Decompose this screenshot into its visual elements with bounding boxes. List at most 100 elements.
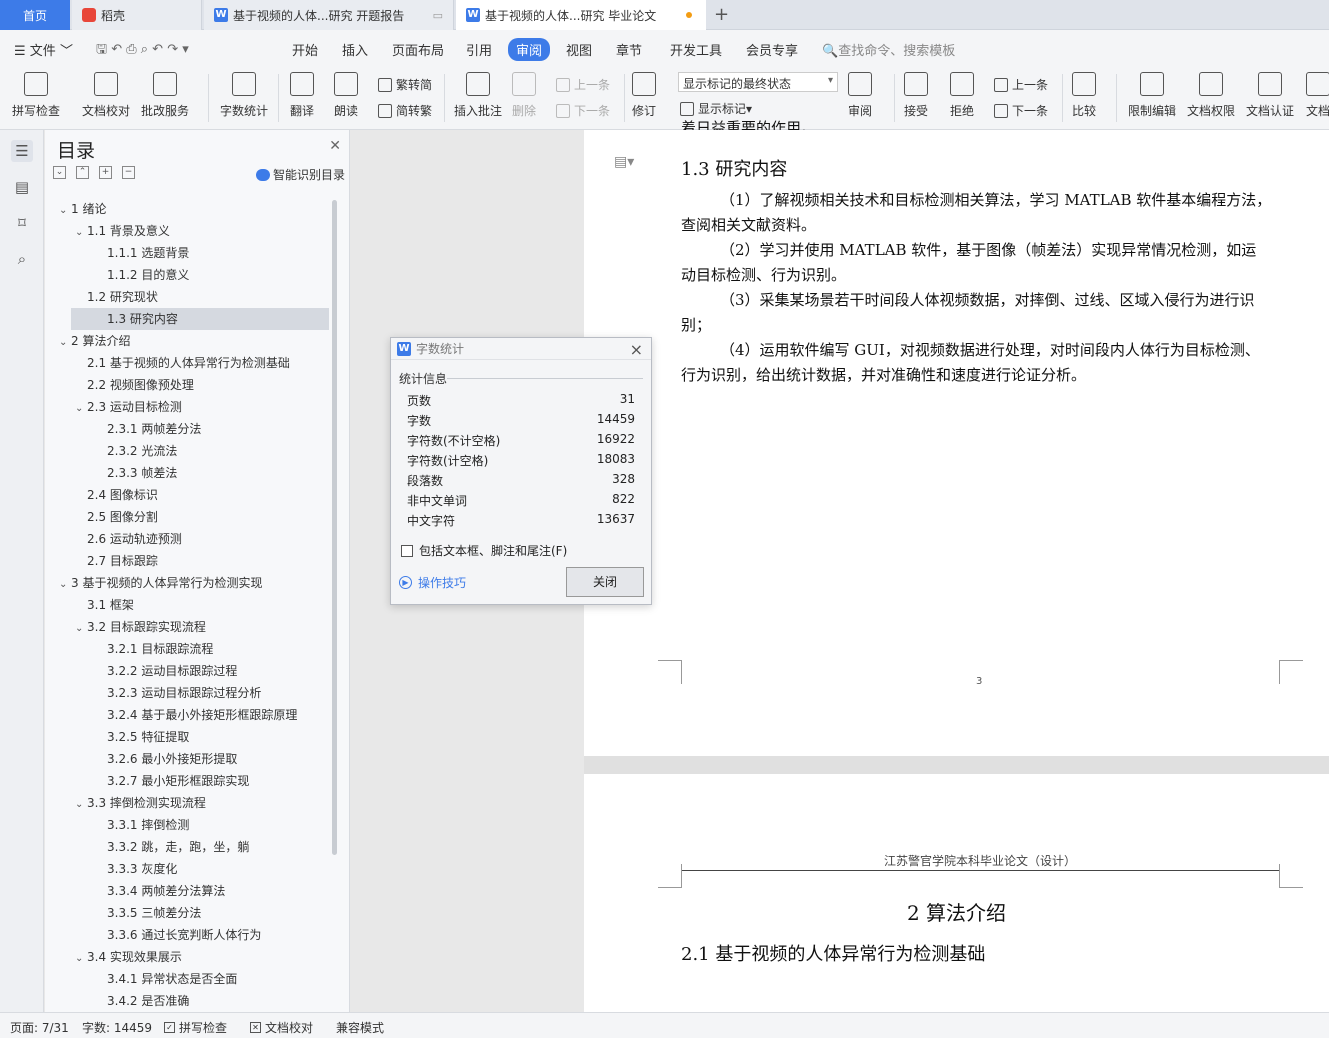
toc-item[interactable]: ⌄ 3.2 目标跟踪实现流程: [75, 616, 206, 638]
toc-item[interactable]: 2.7 目标跟踪: [75, 550, 158, 572]
toc-item[interactable]: 3.3.4 两帧差分法算法: [91, 880, 225, 902]
chevron-down-icon[interactable]: ⌄: [75, 948, 87, 970]
chevron-down-icon[interactable]: ⌄: [59, 200, 71, 222]
toc-item[interactable]: 3.4.2 是否准确: [91, 990, 189, 1012]
prev-comment-button[interactable]: 上一条: [556, 76, 610, 93]
remove-icon[interactable]: −: [122, 166, 135, 179]
add-icon[interactable]: +: [99, 166, 112, 179]
toc-item[interactable]: 2.3.2 光流法: [91, 440, 177, 462]
simp-to-trad-button[interactable]: 简转繁: [378, 102, 432, 119]
toc-item[interactable]: 3.3.6 通过长宽判断人体行为: [91, 924, 261, 946]
tab-home[interactable]: 首页: [0, 0, 70, 30]
toc-item[interactable]: 3.2.6 最小外接矩形提取: [91, 748, 237, 770]
doc-permission-button[interactable]: 文档权限: [1187, 72, 1235, 119]
toc-item[interactable]: ⌄ 2 算法介绍: [59, 330, 130, 352]
tab-thesis[interactable]: W 基于视频的人体...研究 毕业论文: [456, 0, 706, 30]
search-icon[interactable]: ⌕: [11, 248, 33, 270]
close-icon[interactable]: ×: [630, 340, 643, 359]
spell-check-button[interactable]: 拼写检查: [12, 72, 60, 119]
smart-toc-button[interactable]: 智能识别目录: [255, 166, 345, 183]
more-doc-button[interactable]: 文档: [1306, 72, 1329, 119]
toc-item[interactable]: 3.2.5 特征提取: [91, 726, 189, 748]
toc-item[interactable]: ⌄ 3.3 摔倒检测实现流程: [75, 792, 206, 814]
translate-button[interactable]: 翻译: [290, 72, 314, 119]
page-indicator[interactable]: 页面: 7/31: [10, 1019, 69, 1036]
toc-scrollbar[interactable]: [332, 200, 337, 855]
toc-item[interactable]: 3.3.1 摔倒检测: [91, 814, 189, 836]
chevron-down-icon[interactable]: ⌄: [59, 332, 71, 354]
restrict-edit-button[interactable]: 限制编辑: [1128, 72, 1176, 119]
toc-item[interactable]: ⌄ 2.3 运动目标检测: [75, 396, 182, 418]
new-tab-plus-icon[interactable]: +: [714, 4, 729, 25]
tab-docer[interactable]: 稻壳: [72, 0, 202, 30]
toc-item[interactable]: 2.4 图像标识: [75, 484, 158, 506]
next-change-button[interactable]: 下一条: [994, 102, 1048, 119]
menu-devtools[interactable]: 开发工具: [670, 40, 722, 59]
tips-link[interactable]: ▶ 操作技巧: [399, 574, 466, 591]
track-changes-button[interactable]: 修订: [632, 72, 656, 119]
reject-button[interactable]: 拒绝: [950, 72, 974, 119]
dialog-titlebar[interactable]: W 字数统计 ×: [391, 338, 651, 360]
toc-item[interactable]: 3.4.1 异常状态是否全面: [91, 968, 237, 990]
toc-item[interactable]: 1.1.1 选题背景: [91, 242, 189, 264]
quick-access-icons[interactable]: 🖫 ↶ ⎙ ⌕ ↶ ↷ ▾: [96, 40, 189, 62]
word-count-button[interactable]: 字数统计: [220, 72, 268, 119]
chevron-down-icon[interactable]: ⌄: [59, 574, 71, 596]
chevron-down-icon[interactable]: ⌄: [75, 398, 87, 420]
toc-item[interactable]: ⌄ 3 基于视频的人体异常行为检测实现: [59, 572, 262, 594]
show-markup-button[interactable]: 显示标记 ▾: [680, 100, 752, 117]
menu-layout[interactable]: 页面布局: [392, 40, 444, 59]
toc-item[interactable]: 3.2.4 基于最小外接矩形框跟踪原理: [91, 704, 297, 726]
accept-button[interactable]: 接受: [904, 72, 928, 119]
tab-proposal[interactable]: W 基于视频的人体...研究 开题报告 ▭: [204, 0, 454, 30]
delete-comment-button[interactable]: 删除: [512, 72, 536, 119]
menu-review[interactable]: 审阅: [508, 38, 551, 61]
toc-item[interactable]: 2.3.3 帧差法: [91, 462, 177, 484]
menu-reference[interactable]: 引用: [466, 40, 492, 59]
next-comment-button[interactable]: 下一条: [556, 102, 610, 119]
toc-item[interactable]: 1.2 研究现状: [75, 286, 158, 308]
menu-vip[interactable]: 会员专享: [746, 40, 798, 59]
file-menu[interactable]: ☰ 文件 ﹀: [14, 40, 73, 59]
toc-item[interactable]: 2.5 图像分割: [75, 506, 158, 528]
insert-comment-button[interactable]: 插入批注: [454, 72, 502, 119]
prev-change-button[interactable]: 上一条: [994, 76, 1048, 93]
toc-item[interactable]: 3.2.1 目标跟踪流程: [91, 638, 213, 660]
trad-to-simp-button[interactable]: 繁转简: [378, 76, 432, 93]
menu-view[interactable]: 视图: [566, 40, 592, 59]
review-pane-button[interactable]: 审阅: [848, 72, 872, 119]
toc-item[interactable]: 3.3.2 跳，走，跑，坐，躺: [91, 836, 249, 858]
menu-start[interactable]: 开始: [292, 40, 318, 59]
collapse-all-icon[interactable]: ⌄: [53, 166, 66, 179]
doc-cert-button[interactable]: 文档认证: [1246, 72, 1294, 119]
toc-item[interactable]: 3.3.5 三帧差分法: [91, 902, 201, 924]
expand-up-icon[interactable]: ⌃: [76, 166, 89, 179]
toc-item[interactable]: 2.3.1 两帧差分法: [91, 418, 201, 440]
proofread-button[interactable]: 文档校对: [82, 72, 130, 119]
close-icon[interactable]: ✕: [329, 138, 341, 154]
toc-item[interactable]: ⌄ 1 绪论: [59, 198, 106, 220]
markup-state-select[interactable]: 显示标记的最终状态: [678, 72, 838, 92]
toc-item[interactable]: ⌄ 3.4 实现效果展示: [75, 946, 182, 968]
paragraph-format-icon[interactable]: ▤▾: [614, 154, 634, 170]
batch-service-button[interactable]: 批改服务: [141, 72, 189, 119]
compare-button[interactable]: 比较: [1072, 72, 1096, 119]
toc-item[interactable]: 1.1.2 目的意义: [91, 264, 189, 286]
chevron-down-icon[interactable]: ⌄: [75, 222, 87, 244]
toc-item[interactable]: ⌄ 1.1 背景及意义: [75, 220, 170, 242]
command-search[interactable]: 🔍查找命令、搜索模板: [822, 40, 955, 59]
include-textbox-checkbox[interactable]: 包括文本框、脚注和尾注(F): [401, 542, 567, 559]
toc-item[interactable]: 2.1 基于视频的人体异常行为检测基础: [75, 352, 290, 374]
bookmark-icon[interactable]: ⌑: [11, 212, 33, 234]
chapter-nav-icon[interactable]: ▤: [11, 176, 33, 198]
toc-item[interactable]: 3.2.7 最小矩形框跟踪实现: [91, 770, 249, 792]
toc-item[interactable]: 3.2.3 运动目标跟踪过程分析: [91, 682, 261, 704]
toc-item[interactable]: 3.2.2 运动目标跟踪过程: [91, 660, 237, 682]
word-count-indicator[interactable]: 字数: 14459: [82, 1019, 152, 1036]
toc-item[interactable]: 2.6 运动轨迹预测: [75, 528, 182, 550]
status-spell-check[interactable]: ✓ 拼写检查: [164, 1019, 227, 1036]
chevron-down-icon[interactable]: ⌄: [75, 618, 87, 640]
toc-item[interactable]: 3.1 框架: [75, 594, 134, 616]
menu-chapter[interactable]: 章节: [616, 40, 642, 59]
read-aloud-button[interactable]: 朗读: [334, 72, 358, 119]
